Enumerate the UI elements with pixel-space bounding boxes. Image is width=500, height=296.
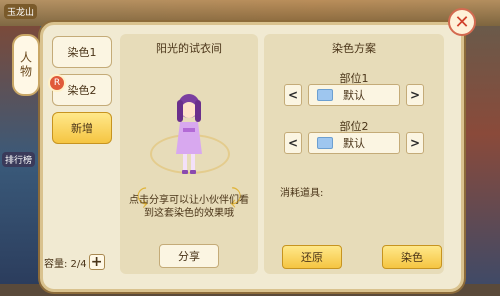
prev-arrow-icon[interactable]: < <box>284 132 302 154</box>
location-chip[interactable]: 玉龙山 <box>4 4 38 19</box>
next-arrow-icon[interactable]: > <box>406 132 424 154</box>
tab-character-label: 人物 <box>18 51 33 79</box>
tab-character[interactable]: 人物 <box>12 34 40 96</box>
scheme-title: 染色方案 <box>332 42 376 55</box>
character-model[interactable] <box>172 92 206 178</box>
capacity-indicator: 容量: 2/4 + <box>44 254 105 270</box>
dye-scheme-pane: 染色方案 部位1 < 默认 > 部位2 < 默认 > 消耗道具: 还原 染色 <box>264 34 444 274</box>
part1-value-box[interactable]: 默认 <box>308 84 400 106</box>
expand-capacity-button[interactable]: + <box>88 254 105 270</box>
dye-button[interactable]: 染色 <box>382 245 442 269</box>
add-slot-label: 新增 <box>71 122 93 135</box>
slot-item-dye1[interactable]: 染色1 <box>52 36 112 68</box>
close-icon[interactable]: ✕ <box>448 8 476 36</box>
dye-label: 染色 <box>401 251 423 264</box>
part1-selector: < 默认 > <box>284 84 424 106</box>
part2-value: 默认 <box>343 137 365 150</box>
slot-item-label: 染色2 <box>67 84 97 97</box>
part2-value-box[interactable]: 默认 <box>308 132 400 154</box>
ranking-chip[interactable]: 排行榜 <box>2 152 36 167</box>
slot-item-label: 染色1 <box>67 46 97 59</box>
avatar-badge-icon: R <box>48 74 66 92</box>
prev-arrow-icon[interactable]: < <box>284 84 302 106</box>
share-label: 分享 <box>178 250 200 263</box>
preview-title: 阳光的试衣间 <box>156 42 222 55</box>
color-swatch-icon <box>317 137 333 149</box>
restore-label: 还原 <box>301 251 323 264</box>
capacity-label: 容量: 2/4 <box>44 258 87 270</box>
share-button[interactable]: 分享 <box>159 244 219 268</box>
add-slot-button[interactable]: 新增 <box>52 112 112 144</box>
part1-value: 默认 <box>343 89 365 102</box>
consume-items-label: 消耗道具: <box>280 188 324 199</box>
restore-button[interactable]: 还原 <box>282 245 342 269</box>
game-right-sidebar <box>460 26 500 296</box>
next-arrow-icon[interactable]: > <box>406 84 424 106</box>
preview-pane: 阳光的试衣间 ⤹ ⤸ 点击分享可以让小伙伴们看到这套染色的效果哦 分享 <box>120 34 258 274</box>
share-tip: 点击分享可以让小伙伴们看到这套染色的效果哦 <box>129 195 249 219</box>
slot-list: 染色1 染色2 新增 <box>52 36 112 150</box>
color-swatch-icon <box>317 89 333 101</box>
part2-selector: < 默认 > <box>284 132 424 154</box>
